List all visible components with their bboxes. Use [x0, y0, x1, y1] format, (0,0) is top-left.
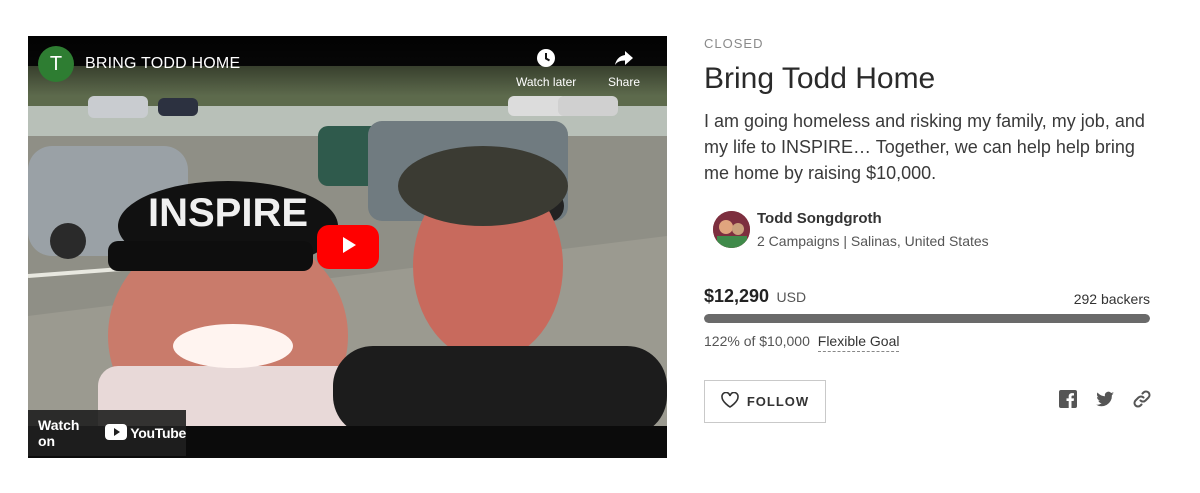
youtube-wordmark: YouTube	[130, 425, 186, 441]
youtube-play-icon	[105, 423, 128, 443]
follow-button[interactable]: FOLLOW	[704, 380, 826, 423]
goal-type-link[interactable]: Flexible Goal	[817, 333, 900, 352]
twitter-icon[interactable]	[1095, 389, 1115, 409]
amount-value: $12,290	[704, 286, 770, 306]
share-arrow-icon	[608, 48, 640, 71]
amount-raised: $12,290 USD	[704, 286, 806, 307]
follow-label: FOLLOW	[746, 394, 810, 409]
cap-logo-text: INSPIRE	[148, 191, 308, 235]
share-button[interactable]: Share	[608, 48, 640, 89]
heart-icon	[721, 391, 739, 411]
progress-bar	[704, 314, 1150, 323]
facebook-icon[interactable]	[1058, 389, 1078, 409]
amount-currency: USD	[776, 289, 807, 305]
watch-later-button[interactable]: Watch later	[516, 48, 576, 89]
link-icon[interactable]	[1132, 389, 1152, 409]
play-button[interactable]	[317, 225, 379, 269]
watch-on-youtube-button[interactable]: Watch on YouTube	[28, 410, 186, 456]
owner-meta: 2 Campaigns | Salinas, United States	[757, 233, 989, 249]
owner-name[interactable]: Todd Songdgroth	[757, 210, 882, 227]
progress-fill	[704, 314, 1150, 323]
watch-later-label: Watch later	[516, 75, 577, 89]
backers-label: backers	[1100, 291, 1150, 307]
video-top-bar: T BRING TODD HOME Watch later Share	[28, 36, 667, 96]
campaign-blurb: I am going homeless and risking my famil…	[704, 111, 1145, 183]
watch-on-label: Watch on	[38, 417, 80, 449]
share-icons	[1058, 389, 1152, 409]
backers-number: 292	[1073, 291, 1098, 307]
backers-count: 292 backers	[1074, 291, 1150, 307]
channel-avatar[interactable]: T	[38, 46, 74, 82]
goal-info: 122% of $10,000 Flexible Goal	[704, 333, 900, 352]
status-badge: CLOSED	[704, 36, 764, 51]
campaign-title: Bring Todd Home	[704, 62, 936, 95]
owner-avatar[interactable]	[713, 211, 750, 248]
clock-icon	[516, 48, 576, 71]
goal-text: 122% of $10,000	[704, 333, 810, 349]
video-title[interactable]: BRING TODD HOME	[85, 55, 240, 73]
youtube-logo: YouTube	[105, 423, 186, 443]
play-icon	[338, 235, 358, 260]
video-player[interactable]: INSPIRE T BRING TODD HOME Watch later Sh…	[28, 36, 667, 458]
share-label: Share	[608, 75, 641, 89]
